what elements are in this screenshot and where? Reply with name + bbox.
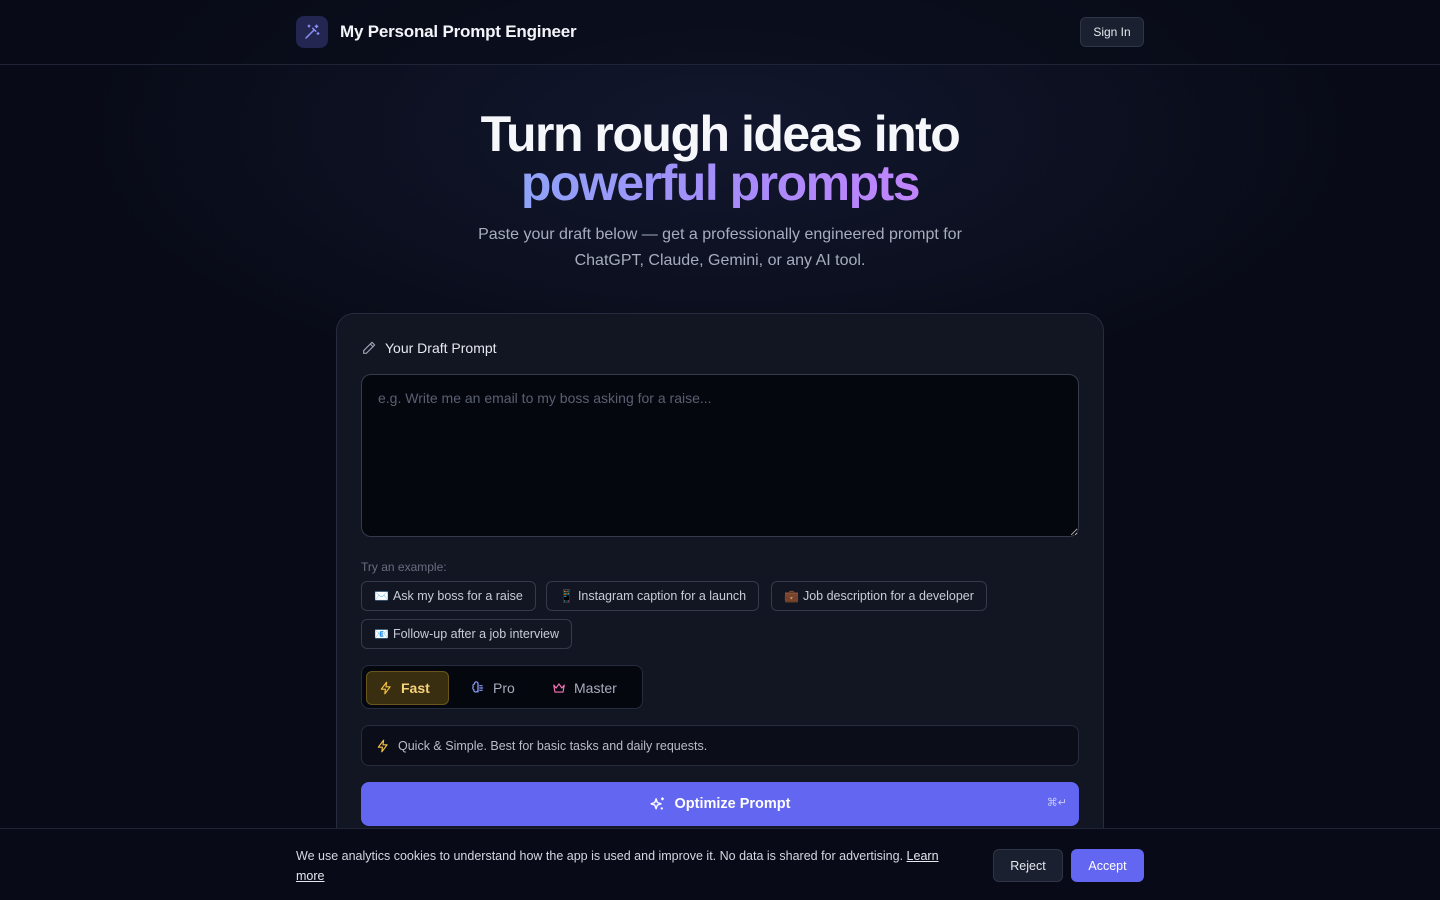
example-chip-label: Ask my boss for a raise bbox=[392, 589, 523, 603]
mode-fast-button[interactable]: Fast bbox=[366, 671, 449, 705]
brain-icon bbox=[471, 681, 485, 695]
example-chip-follow-up[interactable]: 📧 Follow-up after a job interview bbox=[361, 619, 572, 649]
mobile-phone-icon: 📱 bbox=[559, 589, 574, 603]
accept-cookies-button[interactable]: Accept bbox=[1071, 849, 1144, 882]
examples-label: Try an example: bbox=[361, 560, 447, 574]
example-chip-label: Follow-up after a job interview bbox=[392, 627, 559, 641]
envelope-icon: ✉️ bbox=[374, 589, 389, 603]
lightning-icon bbox=[379, 681, 393, 695]
cookie-message-text: We use analytics cookies to understand h… bbox=[296, 849, 904, 863]
keyboard-shortcut: ⌘↵ bbox=[1046, 797, 1067, 809]
pencil-icon bbox=[361, 340, 377, 356]
example-chip-label: Instagram caption for a launch bbox=[577, 589, 747, 603]
mode-master-button[interactable]: Master bbox=[540, 671, 638, 705]
example-chip-job-description[interactable]: 💼 Job description for a developer bbox=[771, 581, 987, 611]
mode-description: Quick & Simple. Best for basic tasks and… bbox=[361, 725, 1079, 766]
mode-label: Fast bbox=[401, 680, 430, 696]
crown-icon bbox=[552, 681, 566, 695]
prompt-card: Your Draft Prompt Try an example: ✉️ Ask… bbox=[336, 313, 1104, 900]
brand[interactable]: My Personal Prompt Engineer bbox=[296, 16, 577, 48]
example-chip-label: Job description for a developer bbox=[802, 589, 974, 603]
hero-subtitle: Paste your draft below — get a professio… bbox=[478, 226, 962, 269]
example-chip-raise[interactable]: ✉️ Ask my boss for a raise bbox=[361, 581, 536, 611]
mode-label: Master bbox=[574, 680, 617, 696]
hero-title-highlight: powerful prompts bbox=[520, 155, 921, 211]
lightning-icon bbox=[376, 739, 390, 753]
reject-cookies-button[interactable]: Reject bbox=[993, 849, 1063, 882]
sparkles-icon bbox=[649, 796, 666, 813]
optimize-prompt-button[interactable]: Optimize Prompt ⌘↵ bbox=[361, 782, 1079, 826]
mode-label: Pro bbox=[493, 680, 515, 696]
hero-title-line1: Turn rough ideas into bbox=[480, 106, 961, 162]
mode-pro-button[interactable]: Pro bbox=[459, 671, 529, 705]
hero-title: Turn rough ideas into powerful prompts bbox=[0, 109, 1440, 211]
top-bar: My Personal Prompt Engineer Sign In bbox=[0, 0, 1440, 65]
cookie-banner: We use analytics cookies to understand h… bbox=[0, 828, 1440, 900]
sign-in-button[interactable]: Sign In bbox=[1080, 17, 1144, 47]
draft-label-text: Your Draft Prompt bbox=[385, 340, 497, 356]
draft-label: Your Draft Prompt bbox=[361, 340, 497, 356]
email-icon: 📧 bbox=[374, 627, 389, 641]
magic-wand-icon bbox=[296, 16, 328, 48]
optimize-label: Optimize Prompt bbox=[674, 796, 791, 812]
mode-description-text: Quick & Simple. Best for basic tasks and… bbox=[398, 738, 708, 753]
app-title: My Personal Prompt Engineer bbox=[340, 22, 577, 41]
example-chip-instagram[interactable]: 📱 Instagram caption for a launch bbox=[546, 581, 760, 611]
briefcase-icon: 💼 bbox=[784, 589, 799, 603]
draft-prompt-input[interactable] bbox=[361, 374, 1079, 537]
cookie-message: We use analytics cookies to understand h… bbox=[296, 846, 956, 886]
mode-selector: Fast Pro Master bbox=[361, 665, 643, 709]
